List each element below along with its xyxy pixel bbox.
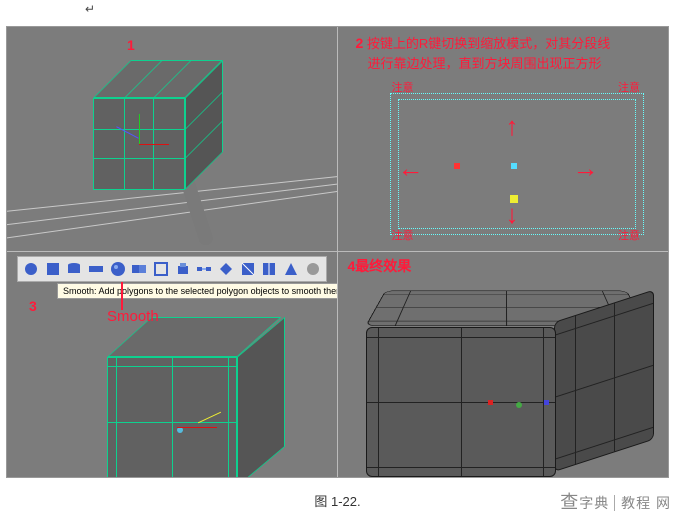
polygons-shelf-toolbar[interactable] xyxy=(17,256,327,282)
arrow-up-icon: ↑ xyxy=(506,111,519,142)
axis-y[interactable] xyxy=(139,114,140,144)
smooth-face-front xyxy=(366,327,556,477)
handle-center[interactable] xyxy=(511,163,517,169)
pivot-gizmo[interactable] xyxy=(177,427,181,431)
instruction-text: 2 按键上的R键切换到缩放模式，对其分段线 进行靠边处理，直到方块周围出现正方形 xyxy=(356,33,659,74)
tool-bridge-icon[interactable] xyxy=(194,259,214,279)
instruction-line1: 按键上的R键切换到缩放模式，对其分段线 xyxy=(367,36,610,51)
panel-4-viewport[interactable]: 4最终效果 xyxy=(338,252,669,477)
instruction-line2: 进行靠边处理，直到方块周围出现正方形 xyxy=(356,56,602,71)
step-1-label: 1 xyxy=(127,37,135,53)
smooth-tooltip: Smooth: Add polygons to the selected pol… xyxy=(57,283,338,299)
result-label: 最终效果 xyxy=(355,258,411,274)
cube-smoothed[interactable] xyxy=(366,272,656,477)
tool-split-icon[interactable] xyxy=(238,259,258,279)
cube-presmooth[interactable] xyxy=(107,317,307,477)
note-br: 注意 xyxy=(618,227,640,243)
tool-extrude-icon[interactable] xyxy=(173,259,193,279)
panel-2-viewport[interactable]: 2 按键上的R键切换到缩放模式，对其分段线 进行靠边处理，直到方块周围出现正方形… xyxy=(338,27,669,252)
arrow-left-icon: ← xyxy=(398,153,424,184)
smooth-annotation-label: Smooth xyxy=(107,308,159,325)
cube-face-front xyxy=(107,357,237,477)
arrow-down-icon: ↓ xyxy=(506,199,519,230)
return-marker: ↵ xyxy=(85,2,95,16)
smooth-face-right xyxy=(554,290,654,472)
panel-1-viewport[interactable]: 1 xyxy=(7,27,338,252)
axis-x[interactable] xyxy=(139,144,169,145)
note-tr: 注意 xyxy=(618,79,640,95)
tool-insert-edge-icon[interactable] xyxy=(259,259,279,279)
panel-3-viewport[interactable]: Smooth: Add polygons to the selected pol… xyxy=(7,252,338,477)
tool-extract-icon[interactable] xyxy=(151,259,171,279)
tool-cylinder-icon[interactable] xyxy=(64,259,84,279)
step-2-label: 2 xyxy=(356,35,364,51)
tool-plane-icon[interactable] xyxy=(86,259,106,279)
tool-box-icon[interactable] xyxy=(43,259,63,279)
tool-poke-icon[interactable] xyxy=(281,259,301,279)
floor-line xyxy=(7,187,338,244)
annotation-line xyxy=(121,282,123,310)
tool-smooth-icon[interactable] xyxy=(108,259,128,279)
step-3-label: 3 xyxy=(29,298,37,314)
handle-red[interactable] xyxy=(454,163,460,169)
note-tl: 注意 xyxy=(392,79,414,95)
tool-combine-icon[interactable] xyxy=(129,259,149,279)
watermark: 查查字典 教程 网字典 教程 网 xyxy=(560,488,671,514)
tool-sculpt-icon[interactable] xyxy=(303,259,323,279)
arrow-right-icon: → xyxy=(573,153,599,184)
pivot-gizmo[interactable] xyxy=(516,402,520,406)
cube-object[interactable] xyxy=(93,60,223,190)
tool-append-icon[interactable] xyxy=(216,259,236,279)
image-grid: 1 xyxy=(6,26,669,478)
note-bl: 注意 xyxy=(392,227,414,243)
scale-gizmo[interactable] xyxy=(139,144,143,148)
tool-sphere-icon[interactable] xyxy=(21,259,41,279)
result-heading: 4最终效果 xyxy=(348,256,412,276)
